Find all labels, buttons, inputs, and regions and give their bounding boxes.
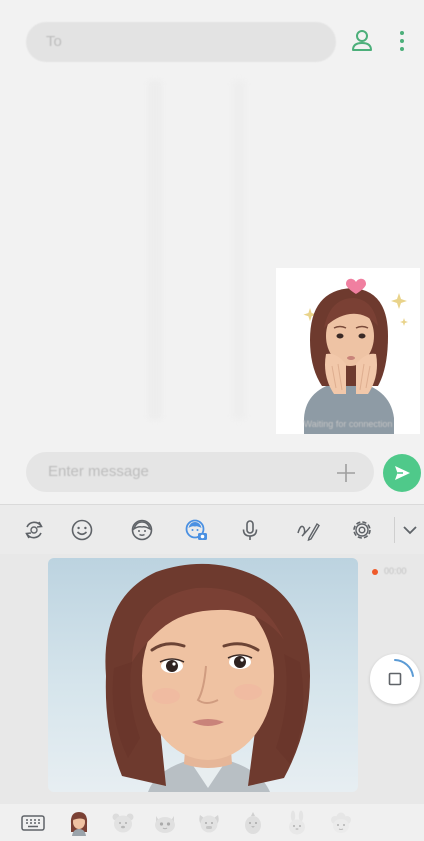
ar-emoji-icon xyxy=(131,519,153,541)
chick-icon xyxy=(245,812,261,834)
contact-button[interactable] xyxy=(350,28,374,54)
top-bar: To xyxy=(0,0,424,80)
toolbar-divider xyxy=(394,517,395,543)
microphone-icon xyxy=(242,520,258,540)
send-icon xyxy=(395,466,410,480)
ar-emoji-avatar-preview xyxy=(105,563,310,792)
background-artifact xyxy=(232,80,246,420)
stop-icon xyxy=(388,659,414,686)
message-input[interactable]: Enter message xyxy=(26,452,374,492)
recipient-input[interactable]: To xyxy=(26,22,336,62)
bear-icon xyxy=(112,813,134,833)
background-artifact xyxy=(148,80,162,420)
character-rabbit[interactable] xyxy=(284,810,310,836)
cat-icon xyxy=(155,816,175,833)
camera-preview[interactable] xyxy=(48,558,358,792)
sent-sticker-message[interactable]: Waiting for connection xyxy=(276,268,420,434)
settings-icon xyxy=(353,521,371,539)
toolbar-settings-button[interactable] xyxy=(350,518,374,542)
toolbar-ar-camera-button[interactable] xyxy=(184,518,208,542)
keyboard-button[interactable] xyxy=(20,810,46,836)
toolbar-ar-emoji-button[interactable] xyxy=(130,518,154,542)
rotate-icon xyxy=(25,521,43,539)
ar-emoji-sticker-image xyxy=(303,278,408,434)
rabbit-icon xyxy=(289,810,305,835)
ar-camera-panel: 00:00 xyxy=(0,554,424,804)
composer-row: Enter message xyxy=(0,446,424,502)
more-vertical-icon xyxy=(400,31,404,51)
character-sheep[interactable] xyxy=(328,810,354,836)
stop-recording-button[interactable] xyxy=(370,654,420,704)
emoji-character-strip xyxy=(0,804,424,841)
recipient-placeholder: To xyxy=(46,33,62,50)
sticker-status-text: Waiting for connection xyxy=(303,419,393,429)
toolbar-emoji-button[interactable] xyxy=(70,518,94,542)
toolbar-collapse-button[interactable] xyxy=(400,518,420,542)
send-button[interactable] xyxy=(383,454,421,492)
keyboard-toolbar xyxy=(0,504,424,554)
person-icon xyxy=(352,30,372,51)
character-chick[interactable] xyxy=(240,810,266,836)
ar-camera-icon xyxy=(185,519,207,540)
dog-icon xyxy=(199,815,219,833)
attach-button[interactable] xyxy=(334,461,358,485)
toolbar-rotate-button[interactable] xyxy=(22,518,46,542)
keyboard-icon xyxy=(21,815,45,831)
more-options-button[interactable] xyxy=(394,28,410,54)
record-dot-icon xyxy=(372,569,378,575)
sheep-icon xyxy=(331,812,351,833)
character-my-emoji[interactable] xyxy=(66,810,92,836)
character-dog[interactable] xyxy=(196,810,222,836)
plus-icon xyxy=(337,464,355,482)
handwriting-icon xyxy=(297,522,320,542)
message-placeholder: Enter message xyxy=(48,463,149,480)
character-bear[interactable] xyxy=(110,810,136,836)
avatar-icon xyxy=(70,812,88,836)
toolbar-handwriting-button[interactable] xyxy=(296,518,320,542)
chevron-down-icon xyxy=(403,526,417,535)
recording-time: 00:00 xyxy=(384,566,407,576)
toolbar-voice-button[interactable] xyxy=(238,518,262,542)
character-cat[interactable] xyxy=(152,810,178,836)
emoji-icon xyxy=(71,519,93,541)
